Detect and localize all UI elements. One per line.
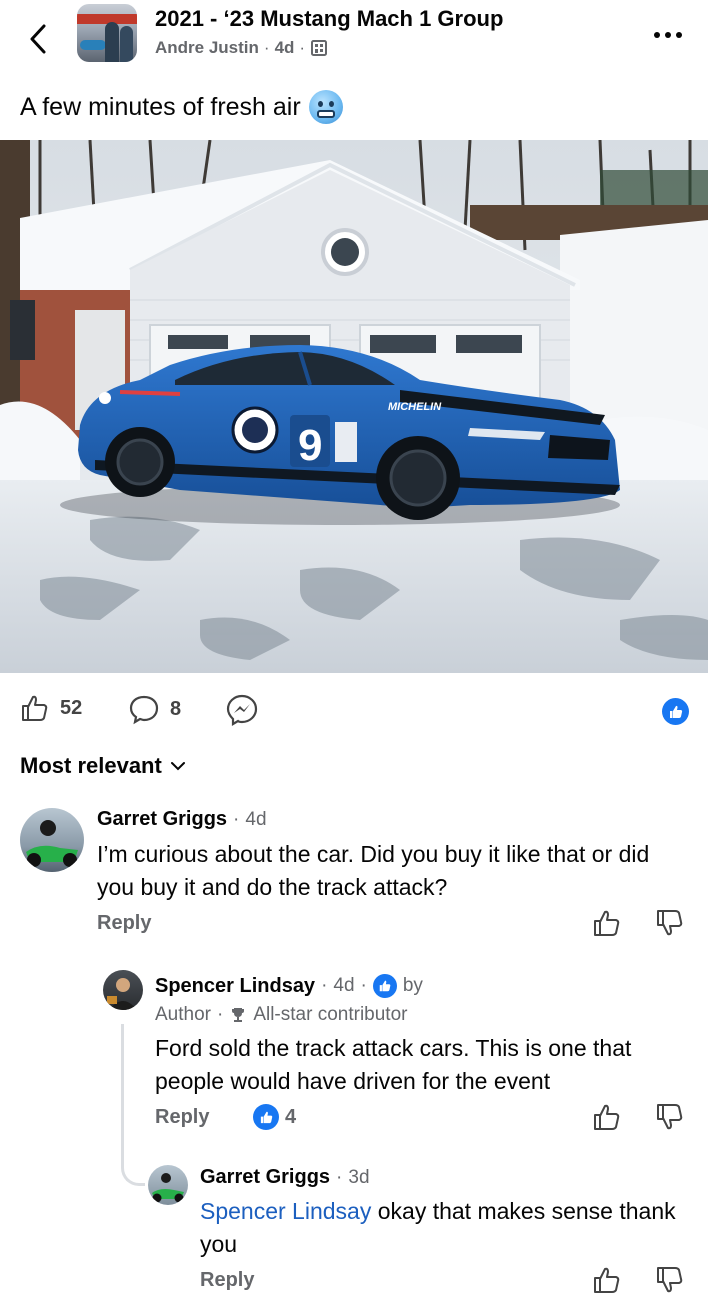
downvote-icon[interactable]	[655, 908, 685, 938]
share-messenger-button[interactable]	[225, 693, 259, 727]
contributor-badges: Author · All-star contributor	[155, 1004, 408, 1025]
author-badge: Author	[155, 1004, 211, 1025]
thread-connector	[121, 1140, 145, 1186]
more-options-button[interactable]	[648, 20, 688, 50]
replier-name[interactable]: Spencer Lindsay	[155, 975, 315, 998]
like-reaction-icon	[253, 1104, 279, 1130]
comment-button[interactable]: 8	[128, 693, 181, 725]
downvote-icon[interactable]	[655, 1265, 685, 1295]
cold-face-emoji-icon	[308, 90, 343, 124]
separator: ·	[263, 38, 270, 57]
thumbs-up-icon	[22, 695, 48, 721]
car-photo-illustration: 9 MICHELIN	[0, 140, 708, 673]
back-button[interactable]	[22, 20, 54, 58]
comment-count: 8	[170, 697, 182, 720]
trophy-icon	[232, 1008, 245, 1022]
chevron-down-icon	[170, 762, 185, 771]
reply-button[interactable]: Reply	[97, 912, 151, 935]
group-avatar[interactable]	[77, 4, 137, 62]
comment-sort-dropdown[interactable]: Most relevant	[20, 753, 186, 779]
post-actions: 52 8	[0, 690, 708, 730]
reply-text: Ford sold the track attack cars. This is…	[155, 1035, 632, 1094]
car-sponsor-text: MICHELIN	[388, 401, 442, 413]
upvote-icon[interactable]	[592, 1265, 622, 1295]
post-photo[interactable]: 9 MICHELIN	[0, 140, 708, 673]
reply-button[interactable]: Reply	[155, 1106, 209, 1129]
reaction-summary[interactable]: 4	[253, 1104, 296, 1130]
group-privacy-icon	[311, 40, 328, 56]
nested-reply-header: Garret Griggs · 3d	[200, 1166, 370, 1189]
upvote-icon[interactable]	[592, 908, 622, 938]
reaction-count: 4	[285, 1105, 297, 1128]
comment-header: Garret Griggs · 4d	[97, 808, 267, 831]
comment-time[interactable]: 4d	[245, 809, 266, 831]
like-reaction-icon	[662, 698, 689, 725]
reply-time[interactable]: 4d	[333, 975, 354, 997]
sort-label: Most relevant	[20, 753, 162, 778]
replier-avatar[interactable]	[103, 970, 143, 1010]
thread-line	[121, 1024, 124, 1142]
like-reaction-icon	[372, 974, 397, 998]
messenger-icon	[226, 694, 258, 726]
post-byline: Andre Justin · 4d ·	[155, 38, 328, 58]
car-number-text: 9	[298, 421, 322, 470]
commenter-avatar[interactable]	[148, 1165, 188, 1205]
like-button[interactable]: 52	[20, 693, 82, 723]
allstar-badge: All-star contributor	[253, 1004, 408, 1025]
post-header: 2021 - ‘23 Mustang Mach 1 Group Andre Ju…	[0, 0, 708, 80]
commenter-avatar[interactable]	[20, 808, 84, 872]
separator: ·	[299, 38, 306, 57]
chevron-left-icon	[30, 24, 46, 54]
reply-header: Spencer Lindsay · 4d · by	[155, 974, 423, 998]
commenter-name[interactable]: Garret Griggs	[200, 1166, 330, 1189]
reply-button[interactable]: Reply	[200, 1269, 254, 1292]
reply-time[interactable]: 3d	[348, 1167, 369, 1189]
like-count: 52	[60, 696, 83, 719]
upvote-icon[interactable]	[592, 1102, 622, 1132]
mention-link[interactable]: Spencer Lindsay	[200, 1198, 371, 1224]
comment-text: I’m curious about the car. Did you buy i…	[97, 841, 650, 900]
author-name[interactable]: Andre Justin	[155, 38, 259, 58]
post-time[interactable]: 4d	[275, 38, 295, 58]
downvote-icon[interactable]	[655, 1102, 685, 1132]
comment-icon	[129, 695, 159, 725]
nested-reply-text: Spencer Lindsay okay that makes sense th…	[200, 1195, 688, 1261]
group-name[interactable]: 2021 - ‘23 Mustang Mach 1 Group	[155, 6, 503, 32]
commenter-name[interactable]: Garret Griggs	[97, 808, 227, 831]
post-body: A few minutes of fresh air	[20, 92, 301, 121]
liked-by-label: by	[402, 975, 423, 996]
post-text: A few minutes of fresh air	[20, 90, 343, 124]
